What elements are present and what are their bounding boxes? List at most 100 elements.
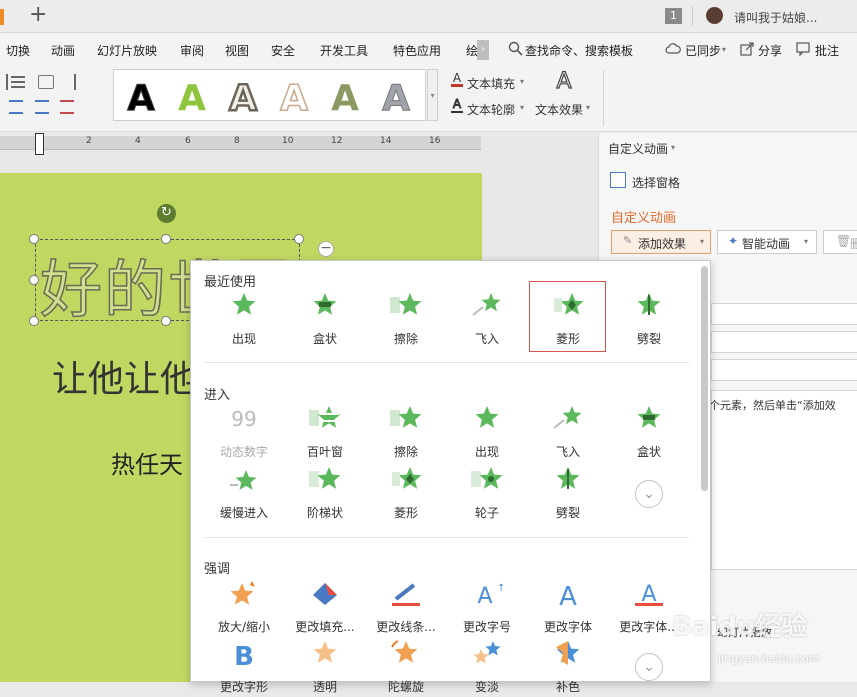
smart-animation-button[interactable]: ✦ 智能动画 ▾ bbox=[717, 230, 817, 254]
tab-features[interactable]: 特色应用 bbox=[393, 42, 441, 59]
page-badge[interactable]: 1 bbox=[665, 8, 682, 24]
effect-recent-3[interactable]: 飞入 bbox=[449, 291, 525, 349]
wordart-style-outline-gray[interactable]: A bbox=[219, 76, 267, 122]
effect-enter-5[interactable]: 盒状 bbox=[611, 404, 687, 462]
tab-animation[interactable]: 动画 bbox=[51, 42, 75, 59]
effect-enter-8[interactable]: 菱形 bbox=[368, 465, 444, 523]
resize-handle[interactable] bbox=[29, 234, 39, 244]
effect-recent-2[interactable]: 擦除 bbox=[368, 291, 444, 349]
horizontal-ruler: 2 4 6 8 10 12 14 16 bbox=[0, 136, 481, 150]
tab-security[interactable]: 安全 bbox=[271, 42, 295, 59]
add-effect-button[interactable]: ✎ 添加效果 ▾ bbox=[611, 230, 711, 254]
effect-enter-6[interactable]: 缓慢进入 bbox=[206, 465, 282, 523]
resize-handle[interactable] bbox=[29, 316, 39, 326]
effect-emph-4[interactable]: A 更改字体 bbox=[530, 579, 606, 637]
wordart-style-outline-tan[interactable]: A bbox=[270, 76, 318, 122]
animation-list[interactable] bbox=[711, 390, 857, 570]
ribbon: A A A A A A ▾ A 文本填充 ▾ A 文本轮廓 ▾ A 文本效果 ▾ bbox=[0, 66, 857, 132]
menu-tab-row: 切换 动画 幻灯片放映 审阅 视图 安全 开发工具 特色应用 绘 › 查找命令、… bbox=[0, 33, 857, 66]
effect-emph-7[interactable]: 透明 bbox=[287, 639, 363, 697]
textbox-align-icon[interactable] bbox=[38, 75, 54, 89]
sync-status-button[interactable]: 已同步 bbox=[685, 42, 721, 59]
resize-handle[interactable] bbox=[294, 234, 304, 244]
text-effect-button[interactable]: 文本效果 bbox=[535, 101, 583, 118]
effect-recent-1[interactable]: 盒状 bbox=[287, 291, 363, 349]
paragraph-spacing-icon[interactable] bbox=[60, 100, 74, 114]
effect-label: 透明 bbox=[312, 680, 337, 694]
selection-pane-button[interactable]: 选择窗格 bbox=[632, 174, 680, 191]
wordart-style-olive[interactable]: A bbox=[321, 76, 369, 122]
line-spacing-icon[interactable] bbox=[6, 74, 34, 90]
effect-enter-1[interactable]: 百叶窗 bbox=[287, 404, 363, 462]
more-emphasis-effects-icon[interactable]: ⌄ bbox=[635, 653, 663, 681]
effect-label: 擦除 bbox=[393, 445, 418, 459]
indent-increase-icon[interactable] bbox=[35, 100, 49, 114]
effect-emph-10[interactable]: 补色 bbox=[530, 639, 606, 697]
speed-field[interactable] bbox=[711, 359, 857, 381]
search-icon bbox=[508, 41, 523, 56]
gallery-scroll-icon[interactable]: ▾ bbox=[427, 69, 438, 121]
text-outline-button[interactable]: 文本轮廓 bbox=[467, 101, 515, 118]
wordart-style-green[interactable]: A bbox=[168, 76, 216, 122]
new-tab-button[interactable]: + bbox=[29, 2, 47, 27]
rotate-handle-icon[interactable]: ↻ bbox=[157, 204, 176, 223]
avatar[interactable] bbox=[706, 7, 723, 24]
split-star-icon bbox=[637, 293, 661, 315]
share-button[interactable]: 分享 bbox=[758, 42, 782, 59]
slide-body-text[interactable]: 热任天 bbox=[111, 445, 183, 480]
comment-button[interactable]: 批注 bbox=[815, 42, 839, 59]
pane-title-dropdown[interactable]: 自定义动画 bbox=[608, 140, 668, 157]
slide-subtitle-text[interactable]: 让他让他 bbox=[52, 350, 196, 402]
effect-label: 出现 bbox=[474, 445, 499, 459]
effect-emph-3[interactable]: A ↑ 更改字号 bbox=[449, 579, 525, 637]
effect-emph-6[interactable]: B 更改字形 bbox=[206, 639, 282, 697]
tab-developer[interactable]: 开发工具 bbox=[320, 42, 368, 59]
effect-enter-10[interactable]: 劈裂 bbox=[530, 465, 606, 523]
effect-enter-3[interactable]: 出现 bbox=[449, 404, 525, 462]
digits-icon: 99 bbox=[231, 407, 256, 431]
indent-decrease-icon[interactable] bbox=[9, 100, 23, 114]
wordart-style-black[interactable]: A bbox=[117, 76, 165, 122]
effect-enter-2[interactable]: 擦除 bbox=[368, 404, 444, 462]
wipe-star-icon bbox=[390, 406, 422, 428]
resize-handle[interactable] bbox=[161, 234, 171, 244]
ruler-mark: 10 bbox=[282, 136, 294, 146]
blinds-star-icon bbox=[309, 406, 341, 428]
resize-handle[interactable] bbox=[161, 316, 171, 326]
effect-emph-0[interactable]: 放大/缩小 bbox=[206, 579, 282, 637]
more-enter-effects-icon[interactable]: ⌄ bbox=[635, 480, 663, 508]
tab-edge bbox=[0, 9, 4, 25]
property-field[interactable] bbox=[711, 331, 857, 353]
tab-view[interactable]: 视图 bbox=[225, 42, 249, 59]
tab-slideshow[interactable]: 幻灯片放映 bbox=[97, 42, 157, 59]
tab-transition[interactable]: 切换 bbox=[6, 42, 30, 59]
wordart-style-silver[interactable]: A bbox=[372, 76, 420, 122]
effect-emph-1[interactable]: 更改填充... bbox=[287, 579, 363, 637]
resize-handle[interactable] bbox=[29, 275, 39, 285]
effect-recent-0[interactable]: 出现 bbox=[206, 291, 282, 349]
ruler-indent-handle[interactable] bbox=[35, 133, 44, 155]
tab-review[interactable]: 审阅 bbox=[180, 42, 204, 59]
effect-emph-2[interactable]: 更改线条... bbox=[368, 579, 444, 637]
text-direction-icon[interactable] bbox=[74, 74, 88, 90]
effect-emph-9[interactable]: 变淡 bbox=[449, 639, 525, 697]
dropdown-scrollbar[interactable] bbox=[701, 266, 708, 491]
section-title: 自定义动画 bbox=[611, 211, 677, 226]
effect-label: 菱形 bbox=[393, 506, 418, 520]
effect-enter-7[interactable]: 阶梯状 bbox=[287, 465, 363, 523]
delete-effect-button[interactable]: 🗑 删 bbox=[823, 230, 857, 254]
effect-enter-9[interactable]: 轮子 bbox=[449, 465, 525, 523]
search-command-input[interactable]: 查找命令、搜索模板 bbox=[525, 42, 633, 59]
effect-enter-4[interactable]: 飞入 bbox=[530, 404, 606, 462]
shape-options-icon[interactable]: − bbox=[318, 241, 334, 257]
effect-label: 盒状 bbox=[636, 445, 661, 459]
effect-recent-5[interactable]: 劈裂 bbox=[611, 291, 687, 349]
effect-label: 陀螺旋 bbox=[387, 680, 424, 694]
user-name[interactable]: 请叫我于姑娘... bbox=[734, 9, 817, 26]
wordart-style-gallery: A A A A A A bbox=[113, 69, 426, 121]
effect-emph-8[interactable]: 陀螺旋 bbox=[368, 639, 444, 697]
text-fill-button[interactable]: 文本填充 bbox=[467, 75, 515, 92]
selected-effect-highlight bbox=[529, 281, 606, 352]
tab-scroll-right-icon[interactable]: › bbox=[477, 40, 489, 60]
start-field[interactable] bbox=[711, 303, 857, 325]
